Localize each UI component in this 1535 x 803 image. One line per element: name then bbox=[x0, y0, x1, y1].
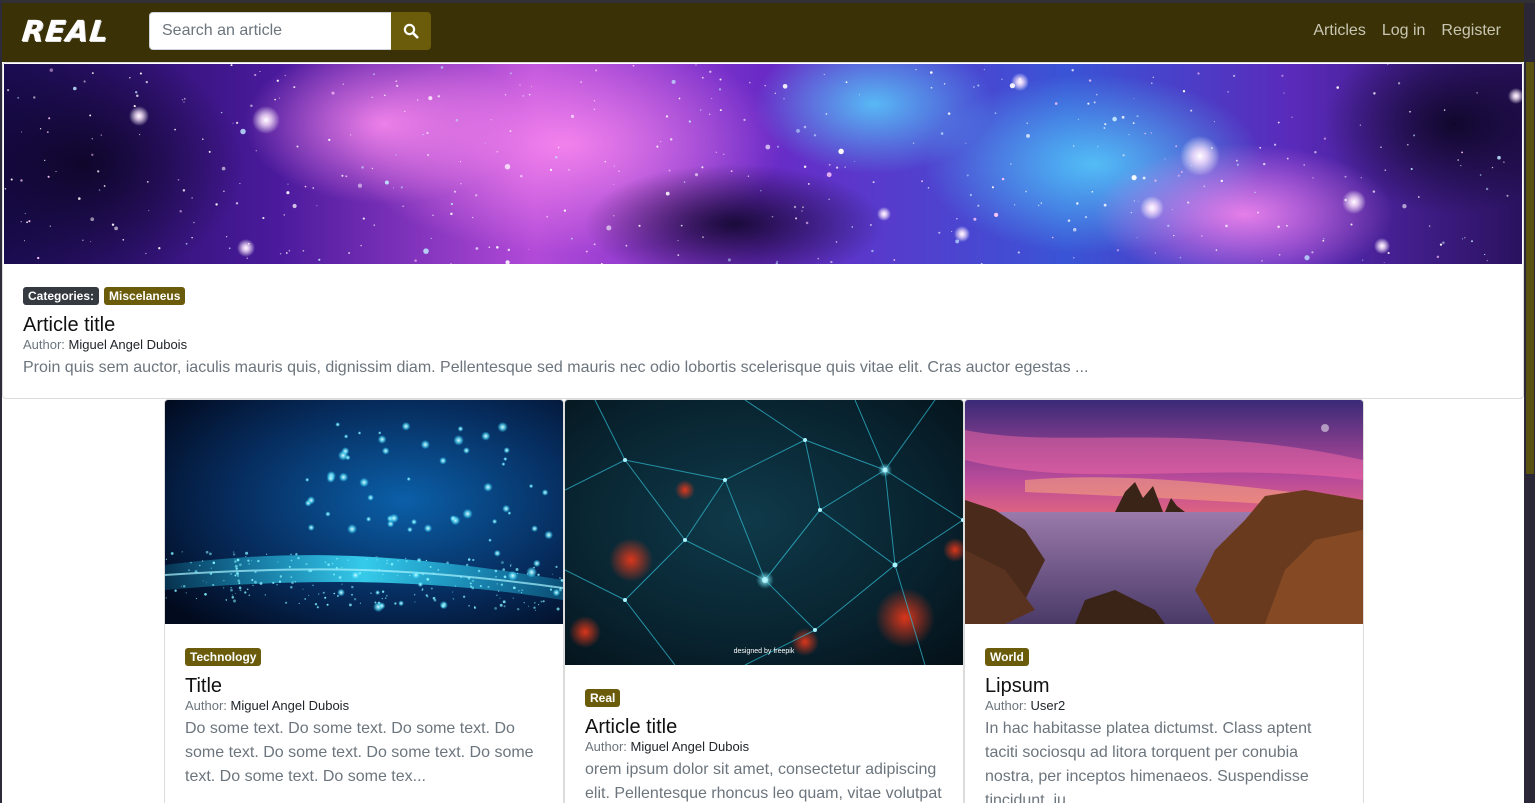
featured-galaxy-image bbox=[4, 64, 1522, 264]
nav-link-login[interactable]: Log in bbox=[1382, 22, 1426, 40]
category-badge[interactable]: Real bbox=[585, 689, 621, 707]
featured-article-body: Categories: Miscelaneus Article title Au… bbox=[23, 287, 1503, 380]
navbar: REAL Articles Log in Register bbox=[2, 3, 1524, 62]
category-badge[interactable]: Miscelaneus bbox=[104, 287, 186, 305]
author-name: Miguel Angel Dubois bbox=[230, 698, 350, 713]
article-card-technology[interactable]: Technology Title Author: Miguel Angel Du… bbox=[164, 399, 564, 803]
featured-article-author: Author: Miguel Angel Dubois bbox=[23, 337, 1503, 353]
author-name: Miguel Angel Dubois bbox=[68, 337, 188, 352]
featured-article-card[interactable]: Categories: Miscelaneus Article title Au… bbox=[2, 62, 1524, 399]
category-badge[interactable]: World bbox=[985, 648, 1029, 666]
article-card-author: Author: User2 bbox=[985, 698, 1345, 714]
article-card-body: Real Article title Author: Miguel Angel … bbox=[585, 689, 945, 803]
article-card-excerpt: In hac habitasse platea dictumst. Class … bbox=[985, 720, 1312, 803]
article-card-title[interactable]: Article title bbox=[585, 715, 945, 739]
search-icon bbox=[403, 23, 419, 39]
author-label: Author: bbox=[185, 698, 227, 713]
article-card-world[interactable]: World Lipsum Author: User2 In hac habita… bbox=[964, 399, 1364, 803]
nav-link-register[interactable]: Register bbox=[1441, 22, 1501, 40]
article-card-image bbox=[965, 400, 1363, 624]
article-card-author: Author: Miguel Angel Dubois bbox=[185, 698, 545, 714]
search-input[interactable] bbox=[149, 12, 391, 50]
search-button[interactable] bbox=[391, 12, 431, 50]
search-form bbox=[149, 12, 431, 50]
article-card-title[interactable]: Lipsum bbox=[985, 674, 1345, 698]
nav-links: Articles Log in Register bbox=[1313, 22, 1501, 40]
freepik-watermark: designed by freepik bbox=[734, 648, 795, 655]
author-label: Author: bbox=[585, 739, 627, 754]
article-card-body: World Lipsum Author: User2 In hac habita… bbox=[985, 648, 1345, 803]
scrollbar-thumb[interactable] bbox=[1526, 62, 1534, 474]
article-card-author: Author: Miguel Angel Dubois bbox=[585, 739, 945, 755]
article-card-real[interactable]: designed by freepik Real Article title A… bbox=[564, 399, 964, 803]
author-name: User2 bbox=[1030, 698, 1066, 713]
author-label: Author: bbox=[985, 698, 1027, 713]
article-card-title[interactable]: Title bbox=[185, 674, 545, 698]
category-badge[interactable]: Technology bbox=[185, 648, 262, 666]
author-label: Author: bbox=[23, 337, 65, 352]
author-name: Miguel Angel Dubois bbox=[630, 739, 750, 754]
brand-logo[interactable]: REAL bbox=[20, 14, 111, 48]
nav-link-articles[interactable]: Articles bbox=[1313, 22, 1365, 40]
article-card-excerpt: Do some text. Do some text. Do some text… bbox=[185, 720, 534, 785]
article-card-image bbox=[165, 400, 563, 624]
featured-article-excerpt: Proin quis sem auctor, iaculis mauris qu… bbox=[23, 359, 1089, 376]
featured-badges: Categories: Miscelaneus bbox=[23, 287, 1503, 305]
article-card-excerpt: orem ipsum dolor sit amet, consectetur a… bbox=[585, 761, 942, 802]
article-card-body: Technology Title Author: Miguel Angel Du… bbox=[185, 648, 545, 789]
article-card-image: designed by freepik bbox=[565, 400, 963, 665]
featured-article-title[interactable]: Article title bbox=[23, 313, 1503, 337]
categories-label-badge: Categories: bbox=[23, 287, 100, 305]
